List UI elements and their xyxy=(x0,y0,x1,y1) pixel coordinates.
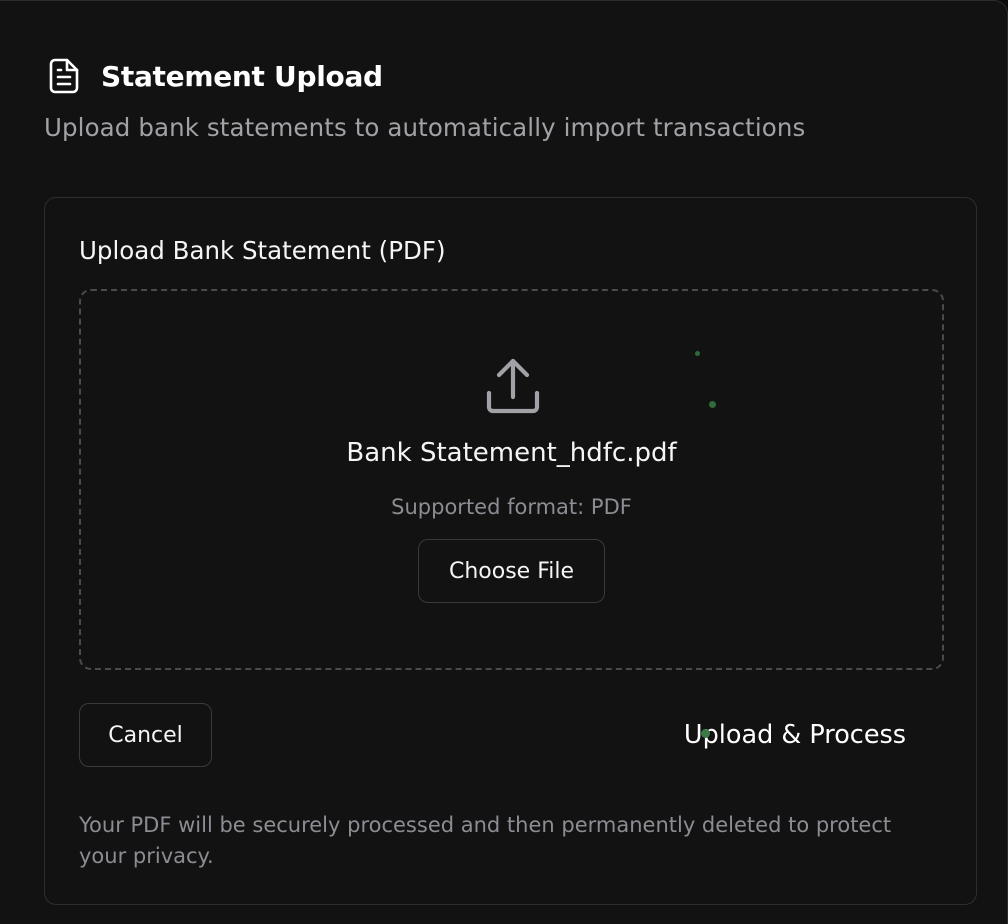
upload-field-label: Upload Bank Statement (PDF) xyxy=(79,236,446,265)
choose-file-button[interactable]: Choose File xyxy=(418,539,605,603)
privacy-note: Your PDF will be securely processed and … xyxy=(79,813,892,868)
page-title: Statement Upload xyxy=(101,59,383,93)
decorative-dot xyxy=(695,351,700,356)
decorative-dot xyxy=(709,401,716,408)
cancel-button[interactable]: Cancel xyxy=(79,703,212,767)
upload-form-card: Upload Bank Statement (PDF) Bank Stateme… xyxy=(44,197,977,905)
panel-header: Statement Upload xyxy=(47,57,383,95)
decorative-dot xyxy=(701,729,710,738)
statement-upload-panel: Statement Upload Upload bank statements … xyxy=(0,0,1008,924)
page-subtitle: Upload bank statements to automatically … xyxy=(44,113,806,142)
selected-file-name: Bank Statement_hdfc.pdf xyxy=(346,438,677,468)
upload-icon xyxy=(481,357,545,421)
supported-format-text: Supported format: PDF xyxy=(391,495,632,519)
file-text-icon xyxy=(47,57,81,95)
file-dropzone[interactable]: Bank Statement_hdfc.pdf Supported format… xyxy=(79,289,944,670)
